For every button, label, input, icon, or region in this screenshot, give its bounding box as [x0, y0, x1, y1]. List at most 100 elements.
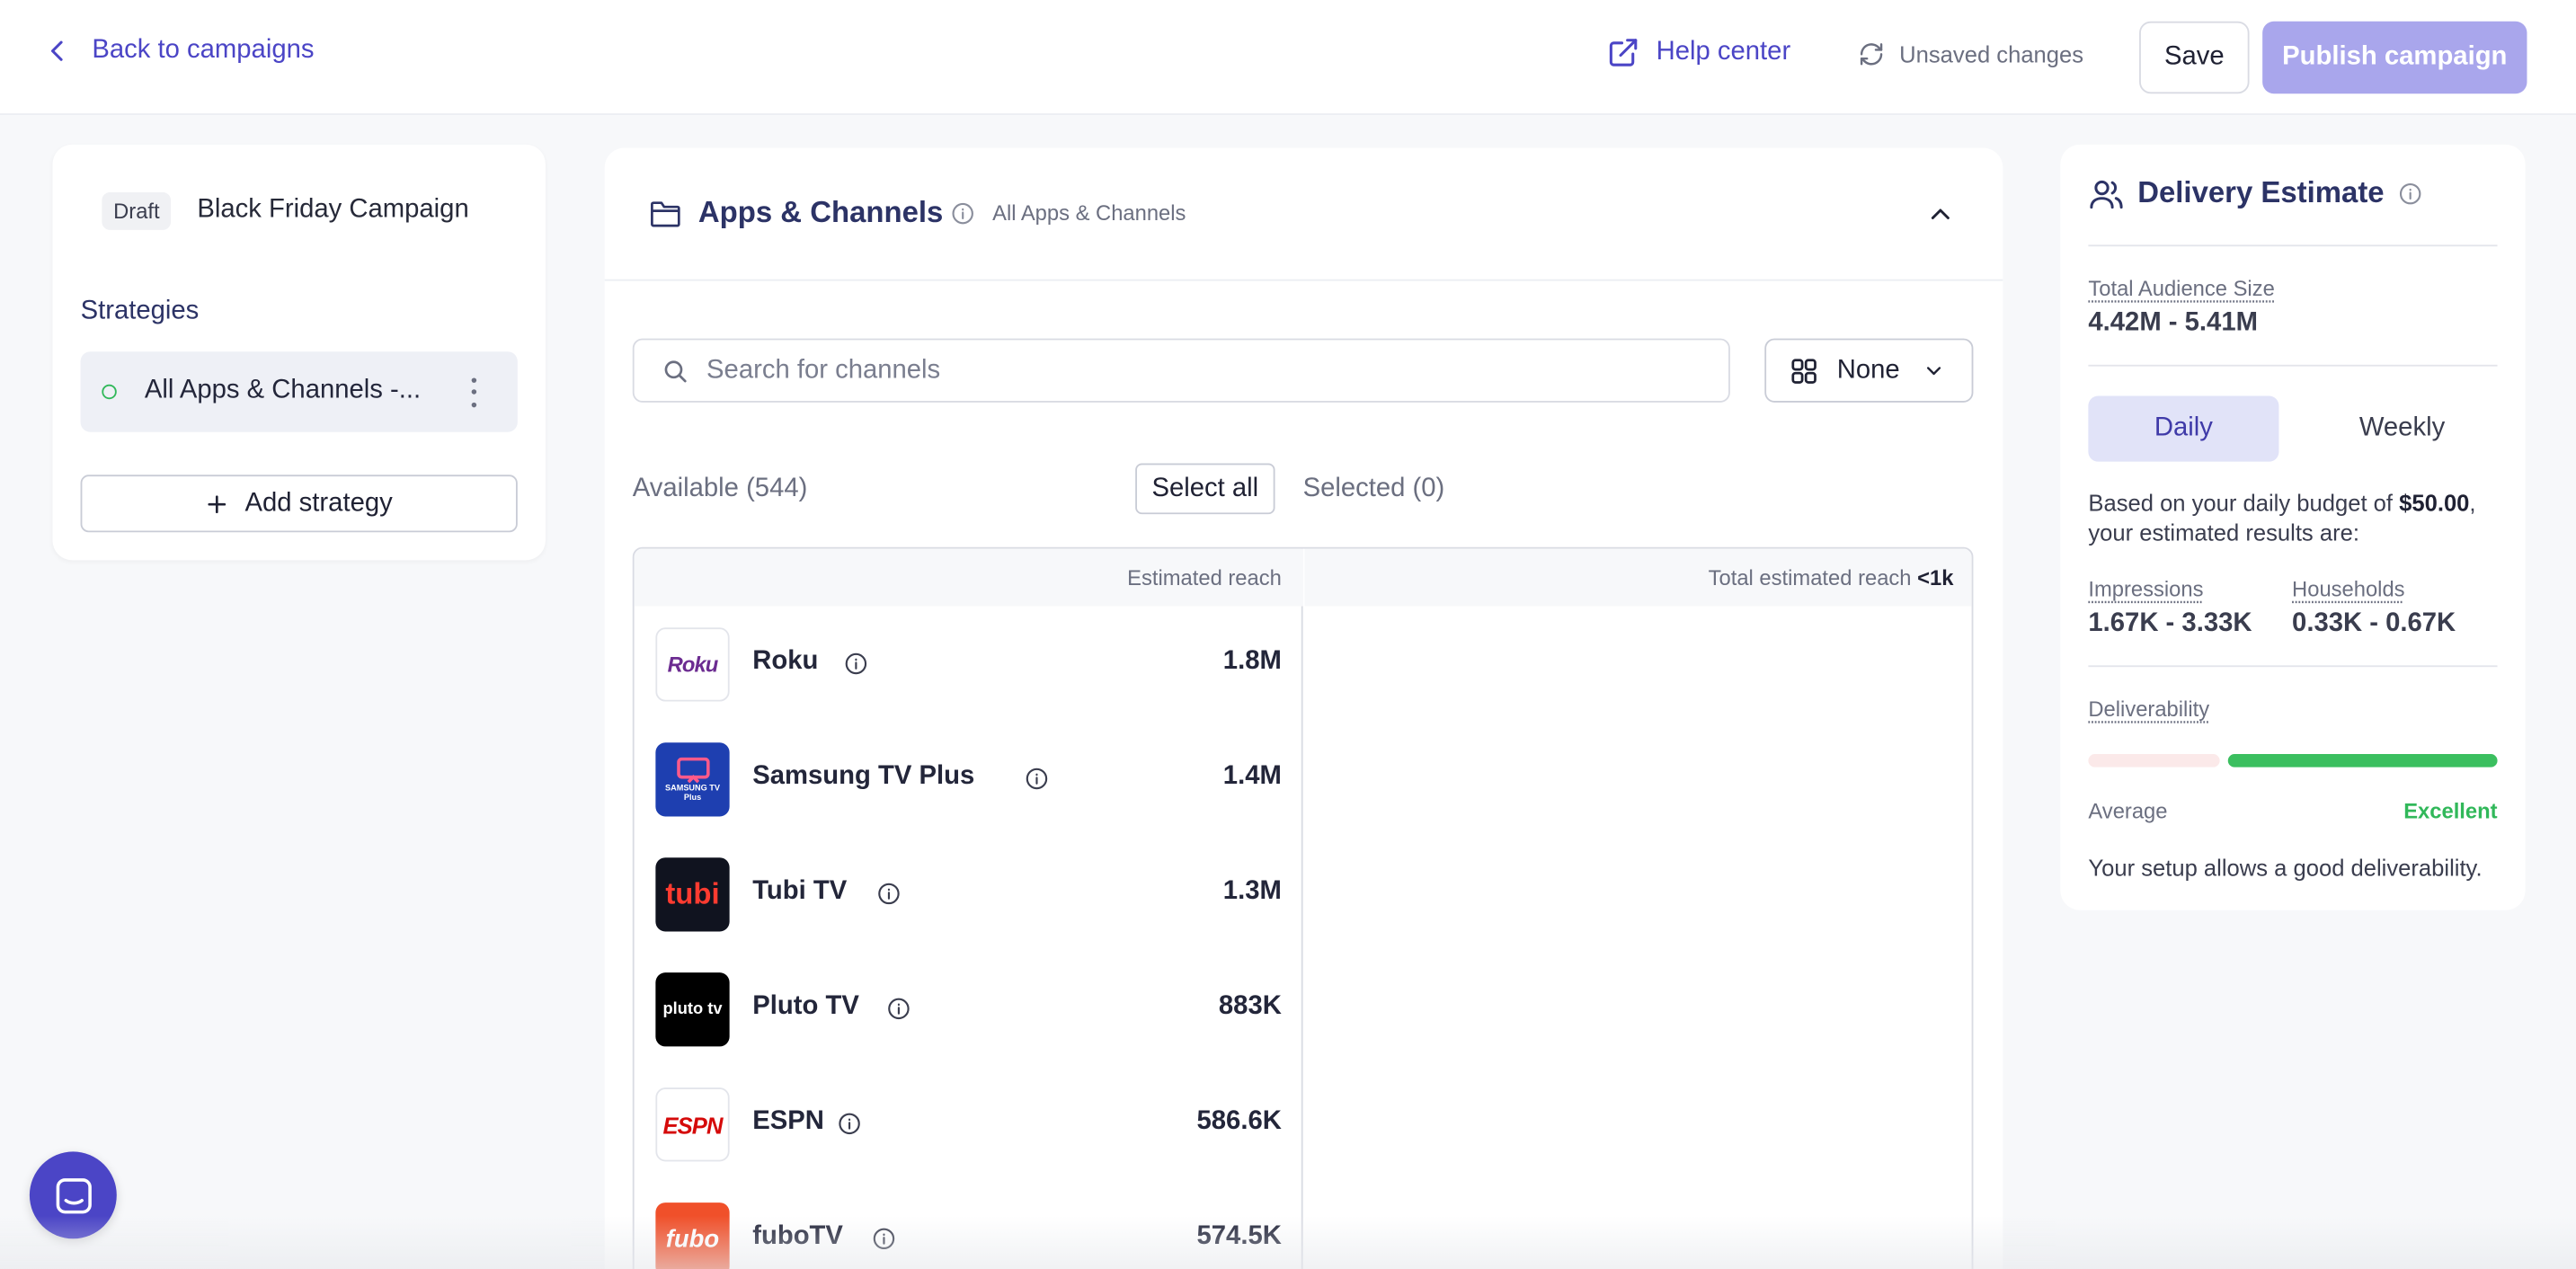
- tubi-logo: tubi: [655, 857, 730, 932]
- external-link-icon: [1609, 39, 1638, 67]
- samsung-tv-plus-logo: SAMSUNG TV Plus: [655, 742, 730, 817]
- channel-name: Pluto TV: [752, 992, 859, 1021]
- divider: [2088, 364, 2498, 367]
- help-label: Help center: [1656, 38, 1791, 67]
- refresh-icon: [1860, 43, 1883, 66]
- channel-table: Estimated reach Roku Roku 1.8M SAMSUNG T…: [632, 546, 1974, 1269]
- divider: [2088, 244, 2498, 247]
- budget-description: Based on your daily budget of $50.00, yo…: [2088, 489, 2476, 546]
- impressions-label: Impressions: [2088, 576, 2204, 602]
- channel-row[interactable]: tubi Tubi TV 1.3M: [635, 836, 1303, 951]
- channel-reach: 883K: [1218, 992, 1282, 1021]
- selected-count: Selected (0): [1302, 475, 1445, 503]
- deliverability-bar-fill: [2227, 754, 2498, 768]
- strategy-label: All Apps & Channels -...: [144, 376, 422, 404]
- search-icon: [664, 360, 687, 383]
- channel-name: Tubi TV: [752, 877, 848, 906]
- panel-header[interactable]: Apps & Channels All Apps & Channels: [604, 148, 2003, 281]
- add-strategy-label: Add strategy: [244, 488, 393, 517]
- budget-amount: $50.00: [2399, 489, 2470, 516]
- back-label: Back to campaigns: [92, 36, 315, 65]
- publish-campaign-button[interactable]: Publish campaign: [2262, 21, 2527, 94]
- back-to-campaigns-link[interactable]: Back to campaigns: [43, 36, 315, 66]
- info-icon[interactable]: [951, 202, 974, 226]
- channel-reach: 1.3M: [1222, 877, 1282, 906]
- available-count: Available (544): [632, 475, 808, 503]
- delivery-estimate-panel: Delivery Estimate Total Audience Size 4.…: [2060, 144, 2526, 910]
- channel-reach: 1.4M: [1222, 762, 1282, 791]
- households-label: Households: [2292, 576, 2405, 602]
- chevron-down-icon: [1926, 367, 1941, 376]
- deliverability-note: Your setup allows a good deliverability.: [2088, 854, 2483, 881]
- deliverability-high-label: Excellent: [2403, 798, 2498, 823]
- channel-reach: 586.6K: [1196, 1107, 1282, 1136]
- fubotv-logo: fubo: [655, 1202, 730, 1269]
- deliverability-bar-low: [2088, 754, 2220, 768]
- channel-row[interactable]: SAMSUNG TV Plus Samsung TV Plus 1.4M: [635, 721, 1303, 836]
- more-options-icon[interactable]: [465, 375, 481, 411]
- unsaved-label: Unsaved changes: [1899, 40, 2084, 67]
- available-header: Estimated reach: [634, 548, 1303, 607]
- delivery-title: Delivery Estimate: [2137, 175, 2385, 209]
- espn-logo: ESPN: [655, 1087, 730, 1162]
- channel-row[interactable]: ESPN ESPN 586.6K: [635, 1066, 1303, 1181]
- total-reach-header: Total estimated reach <1k: [1708, 564, 1954, 590]
- estimated-reach-header: Estimated reach: [1127, 564, 1282, 590]
- strategy-item[interactable]: All Apps & Channels -...: [80, 351, 518, 432]
- group-by-value: None: [1836, 356, 1900, 385]
- channel-name: Samsung TV Plus: [752, 762, 975, 791]
- channel-row[interactable]: pluto tv Pluto TV 883K: [635, 951, 1303, 1066]
- unsaved-indicator: Unsaved changes: [1858, 41, 2083, 67]
- pluto-tv-logo: pluto tv: [655, 972, 730, 1047]
- divider: [2088, 665, 2498, 668]
- channel-name: Roku: [752, 647, 819, 676]
- households-value: 0.33K - 0.67K: [2292, 609, 2456, 638]
- app-root: Back to campaigns Help center Unsaved ch…: [0, 0, 2576, 1269]
- deliverability-low-label: Average: [2088, 798, 2168, 823]
- campaign-sidebar: Draft Black Friday Campaign Strategies A…: [52, 144, 546, 561]
- channel-reach: 1.8M: [1222, 647, 1282, 676]
- chat-icon: [55, 1177, 91, 1213]
- grid-icon: [1791, 359, 1817, 384]
- total-reach-value: <1k: [1917, 564, 1954, 590]
- apps-channels-panel: Apps & Channels All Apps & Channels None…: [604, 147, 2003, 1269]
- channel-name: ESPN: [752, 1107, 824, 1136]
- chat-launcher-button[interactable]: [29, 1151, 117, 1239]
- audience-size-label: Total Audience Size: [2088, 276, 2275, 301]
- channel-row[interactable]: Roku Roku 1.8M: [635, 607, 1303, 722]
- info-icon[interactable]: [1026, 768, 1049, 791]
- chevron-left-icon: [50, 40, 63, 61]
- chevron-up-icon[interactable]: [1927, 202, 1953, 226]
- roku-logo: Roku: [655, 627, 730, 702]
- users-icon: [2090, 180, 2123, 209]
- tab-daily[interactable]: Daily: [2088, 395, 2279, 462]
- info-icon[interactable]: [873, 1228, 896, 1251]
- search-input[interactable]: [706, 353, 1692, 390]
- info-icon[interactable]: [838, 1113, 861, 1136]
- info-icon[interactable]: [2399, 182, 2422, 206]
- channel-search[interactable]: [632, 338, 1730, 403]
- channel-row[interactable]: fubo fuboTV 574.5K: [635, 1181, 1303, 1269]
- selected-header: Total estimated reach <1k: [1304, 548, 1972, 607]
- group-by-select[interactable]: None: [1764, 338, 1974, 403]
- help-center-link[interactable]: Help center: [1607, 36, 1790, 69]
- audience-size-value: 4.42M - 5.41M: [2088, 308, 2258, 337]
- impressions-value: 1.67K - 3.33K: [2088, 609, 2252, 638]
- info-icon[interactable]: [887, 998, 910, 1021]
- panel-title: Apps & Channels: [697, 195, 944, 229]
- channel-reach: 574.5K: [1196, 1222, 1282, 1251]
- folder-icon: [651, 201, 680, 227]
- top-bar: Back to campaigns Help center Unsaved ch…: [0, 0, 2576, 115]
- info-icon[interactable]: [845, 652, 868, 676]
- panel-subtitle: All Apps & Channels: [992, 200, 1186, 226]
- campaign-name: Black Friday Campaign: [197, 195, 469, 224]
- status-badge: Draft: [102, 191, 172, 230]
- add-strategy-button[interactable]: Add strategy: [80, 475, 518, 533]
- available-column: Estimated reach Roku Roku 1.8M SAMSUNG T…: [634, 548, 1303, 1269]
- channel-name: fuboTV: [752, 1222, 843, 1251]
- tab-weekly[interactable]: Weekly: [2307, 396, 2498, 462]
- select-all-button[interactable]: Select all: [1135, 463, 1275, 515]
- info-icon[interactable]: [877, 883, 901, 906]
- save-button[interactable]: Save: [2139, 21, 2250, 94]
- strategies-heading: Strategies: [80, 297, 200, 325]
